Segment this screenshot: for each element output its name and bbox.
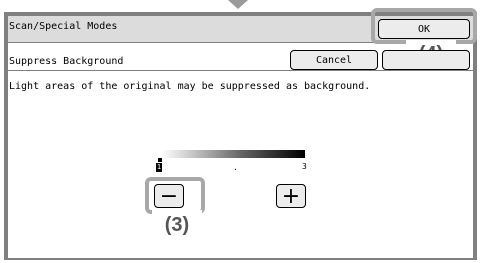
- window-title: Scan/Special Modes: [9, 21, 118, 32]
- plus-icon: +: [281, 183, 301, 209]
- suppression-gradient-bar: [161, 150, 305, 158]
- down-arrow-icon: [228, 0, 248, 9]
- page-title: Suppress Background: [9, 56, 124, 67]
- ok-button[interactable]: OK: [378, 19, 470, 39]
- current-level-value: 1: [156, 163, 162, 171]
- description-text: Light areas of the original may be suppr…: [9, 81, 371, 92]
- minus-highlight-frame: [145, 177, 205, 214]
- current-level-indicator: 1: [156, 163, 162, 172]
- scale-mid-marker: ·: [233, 165, 238, 174]
- increase-button[interactable]: +: [276, 183, 306, 209]
- level-marker: [158, 158, 162, 162]
- minus-callout-label: (3): [152, 210, 202, 240]
- blank-button[interactable]: [382, 50, 470, 70]
- cancel-button[interactable]: Cancel: [290, 50, 378, 70]
- scale-max-label: 3: [302, 162, 307, 171]
